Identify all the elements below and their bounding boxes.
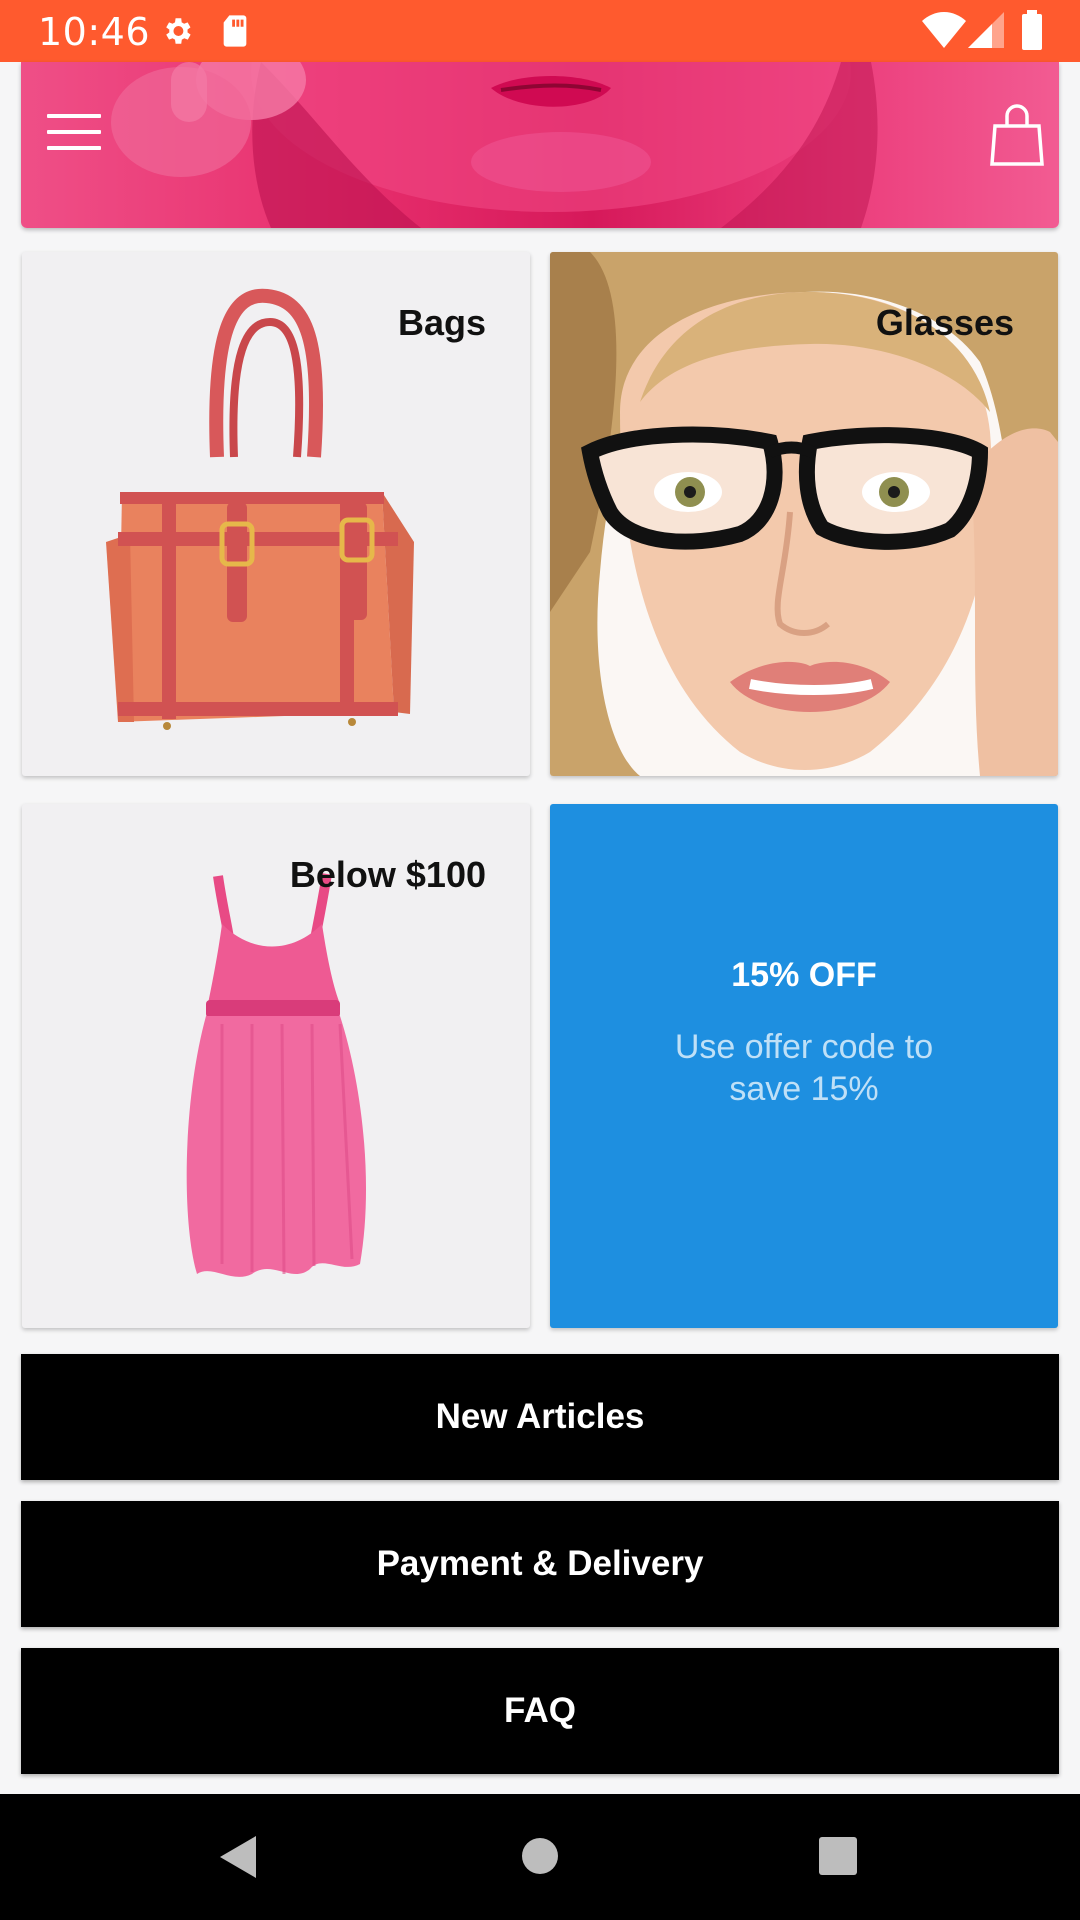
hero-banner-image (111, 62, 878, 228)
navigation-bar (0, 1794, 1080, 1920)
category-tile-glasses[interactable]: Glasses (550, 252, 1058, 776)
recents-icon[interactable] (818, 1836, 858, 1876)
signal-icon (968, 12, 1004, 48)
sd-card-icon (223, 15, 247, 47)
tile-label-glasses: Glasses (875, 302, 1014, 343)
screen: 10:46 Bags Glasses Below $100 15% OFF Us… (0, 0, 1080, 1920)
hero-banner (21, 62, 1059, 228)
payment-delivery-button[interactable]: Payment & Delivery (21, 1501, 1059, 1627)
offer-title: 15% OFF (731, 956, 877, 994)
tile-label-bags: Bags (397, 302, 486, 343)
back-icon[interactable] (218, 1834, 258, 1880)
offer-text: Use offer code to save 15% (674, 1028, 934, 1108)
status-time: 10:46 (38, 10, 151, 54)
wifi-icon (922, 12, 966, 48)
menu-button[interactable] (47, 114, 101, 154)
home-icon[interactable] (520, 1836, 560, 1876)
offer-tile[interactable]: 15% OFF Use offer code to save 15% (550, 804, 1058, 1328)
menu-icon (47, 114, 101, 118)
new-articles-button[interactable]: New Articles (21, 1354, 1059, 1480)
tile-label-below-100: Below $100 (289, 854, 486, 895)
faq-button[interactable]: FAQ (21, 1648, 1059, 1774)
status-bar: 10:46 (0, 0, 1080, 62)
shopping-bag-icon[interactable] (989, 100, 1045, 168)
category-tile-bags[interactable]: Bags (22, 252, 530, 776)
category-tile-below-100[interactable]: Below $100 (22, 804, 530, 1328)
settings-icon (166, 18, 191, 44)
battery-icon (1022, 10, 1042, 50)
